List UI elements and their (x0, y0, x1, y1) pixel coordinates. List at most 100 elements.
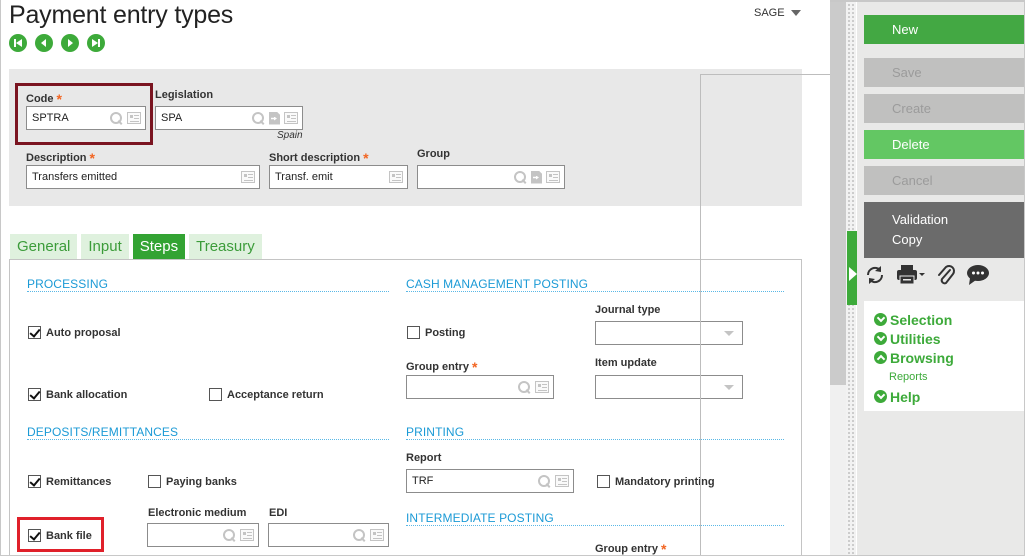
list-icon[interactable] (389, 171, 403, 183)
next-record-button[interactable] (61, 34, 79, 52)
auto-proposal-checkbox[interactable]: Auto proposal (28, 326, 121, 339)
menu-browsing-label: Browsing (890, 349, 954, 366)
list-icon[interactable] (241, 171, 255, 183)
checkbox-unchecked (209, 388, 222, 401)
comment-icon (967, 265, 989, 285)
required-marker: * (89, 150, 95, 166)
search-icon[interactable] (518, 380, 531, 394)
description-field[interactable]: Transfers emitted (26, 165, 260, 189)
collapse-panel-handle[interactable] (847, 231, 857, 305)
mandatory-printing-checkbox[interactable]: Mandatory printing (597, 475, 715, 488)
search-icon[interactable] (514, 170, 527, 184)
side-menu: Selection Utilities Browsing Reports Hel… (864, 301, 1024, 411)
paying-banks-label: Paying banks (166, 475, 237, 488)
folder-selector[interactable]: SAGE (754, 7, 801, 19)
remittances-checkbox[interactable]: Remittances (28, 475, 111, 488)
paying-banks-checkbox[interactable]: Paying banks (148, 475, 237, 488)
report-field[interactable]: TRF (406, 469, 574, 493)
folder-name: SAGE (754, 7, 785, 19)
search-icon[interactable] (353, 528, 366, 542)
tab-input[interactable]: Input (81, 234, 129, 259)
delete-button[interactable]: Delete (864, 130, 1024, 159)
jump-to-icon[interactable] (531, 170, 542, 184)
description-label: Description * (26, 150, 95, 166)
legislation-label: Legislation (155, 89, 214, 101)
search-icon[interactable] (252, 111, 265, 125)
code-highlight-box (15, 83, 153, 145)
item-update-label: Item update (595, 357, 657, 369)
edi-field[interactable] (268, 523, 389, 547)
search-icon[interactable] (223, 528, 236, 542)
overlay-line (700, 74, 701, 556)
menu-reports[interactable]: Reports (874, 367, 1024, 387)
dropdown-arrow-icon (724, 385, 734, 390)
tab-steps[interactable]: Steps (132, 234, 186, 259)
checkbox-checked (28, 326, 41, 339)
action-panel: New Save Create Delete Cancel Validation… (857, 2, 1024, 555)
print-button[interactable] (896, 264, 926, 286)
short-description-field[interactable]: Transf. emit (269, 165, 408, 189)
journal-type-label: Journal type (595, 304, 661, 316)
required-marker: * (471, 359, 478, 375)
skip-last-icon (92, 39, 100, 47)
acceptance-return-checkbox[interactable]: Acceptance return (209, 388, 324, 401)
report-label: Report (406, 452, 442, 464)
vertical-scrollbar[interactable] (830, 2, 846, 555)
overlay-line (700, 74, 830, 75)
list-icon[interactable] (555, 475, 569, 487)
comment-button[interactable] (966, 264, 990, 286)
attachment-button[interactable] (936, 264, 956, 286)
chevron-down-icon (874, 332, 887, 345)
menu-selection[interactable]: Selection (874, 310, 1024, 329)
checkbox-checked (28, 388, 41, 401)
menu-help[interactable]: Help (874, 387, 1024, 406)
cancel-button[interactable]: Cancel (864, 166, 1024, 195)
save-button[interactable]: Save (864, 58, 1024, 87)
list-icon[interactable] (546, 171, 560, 183)
last-record-button[interactable] (87, 34, 105, 52)
item-update-select[interactable] (595, 375, 743, 399)
legislation-field[interactable]: SPA (155, 106, 303, 130)
list-icon[interactable] (535, 381, 549, 393)
cash-management-posting-section-title: CASH MANAGEMENT POSTING (406, 277, 589, 291)
menu-utilities-label: Utilities (890, 330, 941, 347)
group-entry-field[interactable] (406, 375, 554, 399)
menu-utilities[interactable]: Utilities (874, 329, 1024, 348)
menu-help-label: Help (890, 388, 921, 405)
checkbox-unchecked (148, 475, 161, 488)
refresh-icon (866, 266, 884, 284)
tab-general[interactable]: General (10, 234, 78, 259)
list-icon[interactable] (240, 529, 254, 541)
bank-allocation-checkbox[interactable]: Bank allocation (28, 388, 127, 401)
first-record-button[interactable] (9, 34, 27, 52)
new-button[interactable]: New (864, 15, 1024, 44)
scrollbar-thumb[interactable] (830, 2, 846, 385)
electronic-medium-field[interactable] (147, 523, 259, 547)
list-icon[interactable] (284, 112, 298, 124)
bank-allocation-label: Bank allocation (46, 388, 128, 401)
journal-type-select[interactable] (595, 321, 743, 345)
previous-record-button[interactable] (35, 34, 53, 52)
arrow-right-icon (68, 39, 73, 47)
refresh-button[interactable] (864, 264, 886, 286)
menu-browsing[interactable]: Browsing (874, 348, 1024, 367)
posting-checkbox[interactable]: Posting (407, 326, 465, 339)
posting-label: Posting (425, 326, 466, 339)
page-title: Payment entry types (9, 1, 234, 29)
group-label: Group (417, 148, 450, 160)
section-divider (406, 525, 784, 526)
validation-copy-button[interactable]: Validation Copy (864, 202, 1024, 258)
checkbox-checked (28, 475, 41, 488)
processing-section-title: PROCESSING (27, 277, 109, 291)
legislation-caption: Spain (277, 130, 303, 141)
arrow-left-icon (41, 39, 46, 47)
tab-treasury[interactable]: Treasury (189, 234, 262, 259)
create-button[interactable]: Create (864, 94, 1024, 123)
auto-proposal-label: Auto proposal (46, 326, 121, 339)
main-content: Payment entry types SAGE Code * SPTRA Leg… (1, 0, 830, 556)
short-description-label: Short description * (269, 150, 369, 166)
list-icon[interactable] (370, 529, 384, 541)
search-icon[interactable] (538, 474, 551, 488)
jump-to-icon[interactable] (269, 111, 280, 125)
group-field[interactable] (417, 165, 565, 189)
